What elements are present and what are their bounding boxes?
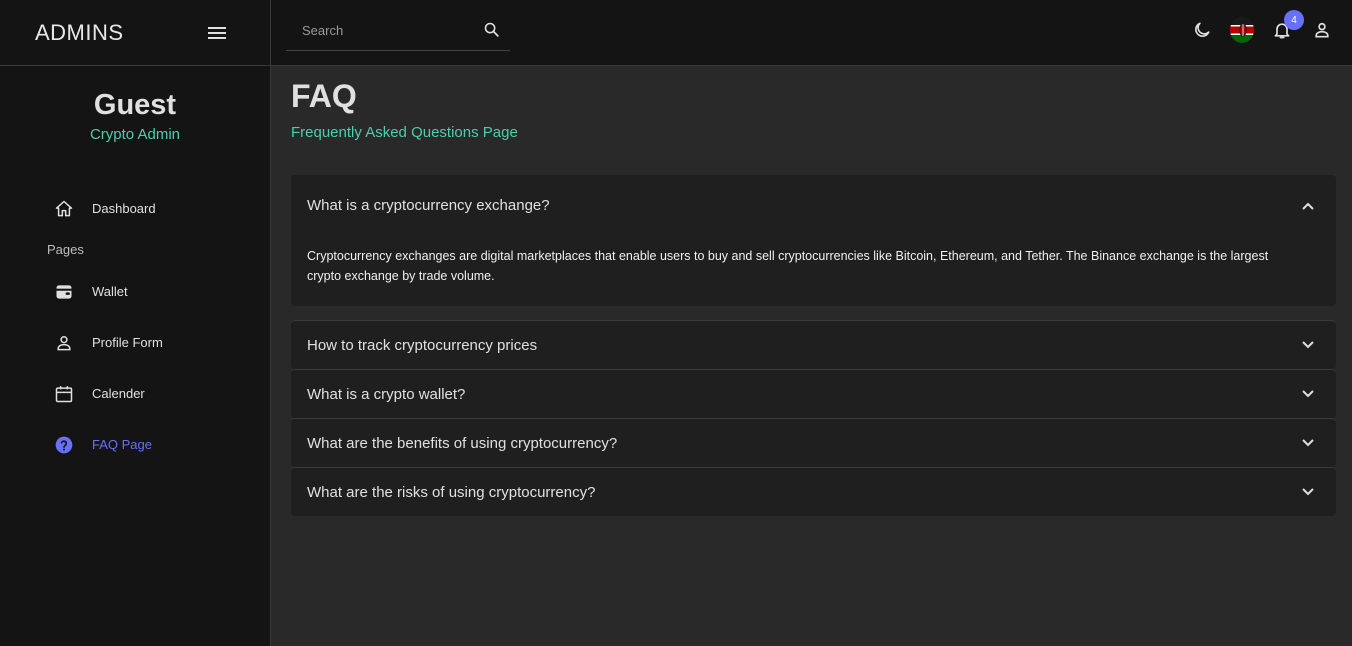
sidebar-item-profile-form[interactable]: Profile Form [0,317,270,368]
notifications-icon[interactable]: 4 [1270,10,1304,42]
faq-item: What is a cryptocurrency exchange? Crypt… [291,175,1336,306]
sidebar-item-label: Wallet [92,284,128,299]
sidebar-item-label: Profile Form [92,335,163,350]
topbar: 4 [271,0,1352,66]
dark-mode-icon[interactable] [1190,18,1214,42]
faq-accordion: What is a cryptocurrency exchange? Crypt… [291,175,1336,516]
menu-icon[interactable] [208,26,226,40]
page-subtitle: Frequently Asked Questions Page [291,124,518,141]
wallet-icon [53,281,75,303]
profile-name: Guest [93,89,177,121]
chevron-down-icon [1301,485,1315,499]
chevron-down-icon [1301,436,1315,450]
sidebar-item-calendar[interactable]: Calender [0,368,270,419]
chevron-down-icon [1301,338,1315,352]
brand-title: ADMINS [35,19,124,45]
faq-question: What is a cryptocurrency exchange? [307,197,550,214]
sidebar-nav: Dashboard Pages Wallet Profile Form Cale… [0,183,270,470]
sidebar-item-label: FAQ Page [92,437,152,452]
faq-item: How to track cryptocurrency prices [291,320,1336,369]
faq-answer: Cryptocurrency exchanges are digital mar… [307,249,1269,283]
faq-question-toggle[interactable]: What are the benefits of using cryptocur… [291,419,1336,467]
help-circle-icon [53,434,75,456]
chevron-down-icon [1301,387,1315,401]
nav-section-label: Pages [47,242,84,257]
faq-question-toggle[interactable]: How to track cryptocurrency prices [291,321,1336,369]
sidebar-item-label: Dashboard [92,201,156,216]
user-account-icon[interactable] [1310,18,1334,42]
sidebar: ADMINS Guest Crypto Admin Dashboard Page… [0,0,271,646]
faq-question: What are the benefits of using cryptocur… [307,434,618,452]
language-flag-icon[interactable] [1230,17,1254,43]
search-box [286,10,510,51]
home-icon [53,198,75,220]
faq-question: How to track cryptocurrency prices [307,336,538,354]
faq-question: What are the risks of using cryptocurren… [307,483,596,501]
sidebar-item-wallet[interactable]: Wallet [0,266,270,317]
calendar-icon [53,383,75,405]
sidebar-item-label: Calender [92,386,145,401]
faq-item: What are the benefits of using cryptocur… [291,418,1336,467]
topbar-actions: 4 [1174,10,1334,43]
faq-item: What are the risks of using cryptocurren… [291,467,1336,516]
notification-badge: 4 [1284,10,1304,30]
sidebar-header: ADMINS [0,0,270,66]
search-input[interactable] [302,22,472,38]
page-title: FAQ [291,78,357,114]
chevron-up-icon [1301,199,1315,213]
sidebar-item-dashboard[interactable]: Dashboard [0,183,270,234]
profile-role: Crypto Admin [89,126,181,143]
faq-item: What is a crypto wallet? [291,369,1336,418]
kenya-flag-icon [1230,17,1254,43]
search-icon[interactable] [483,21,500,43]
faq-question-toggle[interactable]: What is a cryptocurrency exchange? [291,175,1336,236]
faq-question-toggle[interactable]: What are the risks of using cryptocurren… [291,468,1336,516]
user-profile: Guest Crypto Admin [0,88,270,143]
main-content: FAQ Frequently Asked Questions Page What… [291,66,1336,516]
faq-question: What is a crypto wallet? [307,385,466,403]
faq-question-toggle[interactable]: What is a crypto wallet? [291,370,1336,418]
sidebar-item-faq[interactable]: FAQ Page [0,419,270,470]
person-icon [53,332,75,354]
